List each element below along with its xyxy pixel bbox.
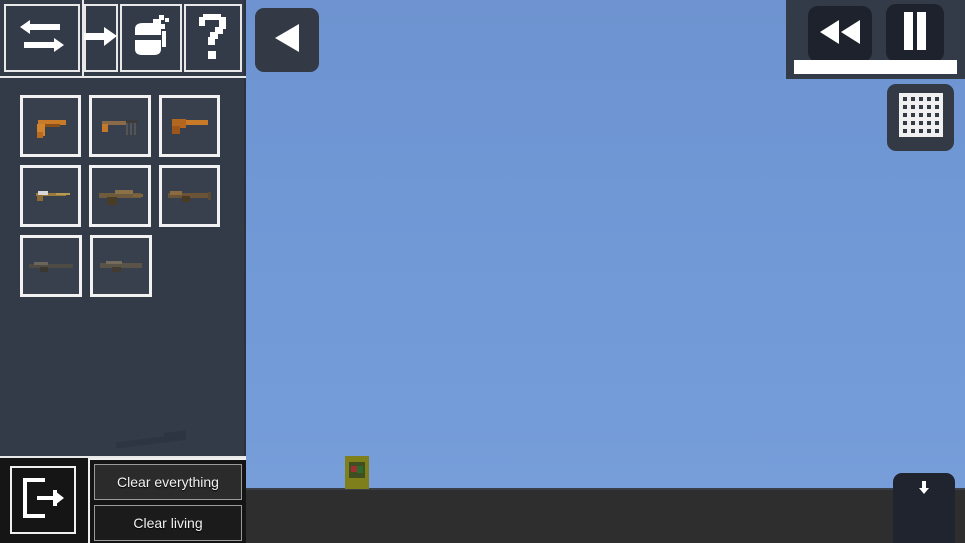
clear-living-button[interactable]: Clear living <box>94 505 242 541</box>
back-button[interactable] <box>255 8 319 72</box>
weapon-row-3 <box>20 235 220 297</box>
toolbar-button-spray[interactable] <box>120 4 182 72</box>
exit-door-icon <box>21 477 65 524</box>
grid-icon <box>898 93 943 142</box>
sidebar-toolbar <box>0 0 246 78</box>
weapon-slot-carbine-rifle[interactable] <box>158 165 220 227</box>
toolbar-button-help[interactable] <box>184 4 242 72</box>
dropped-weapon-sprite[interactable] <box>112 428 198 450</box>
pause-button[interactable] <box>886 4 944 62</box>
weapon-slot-sniper-rifle[interactable] <box>20 235 82 297</box>
weapon-slot-pistol[interactable] <box>20 95 82 157</box>
pause-icon <box>901 11 929 56</box>
toolbar-underline <box>0 76 246 78</box>
download-arrow-icon <box>918 481 930 500</box>
playback-panel <box>786 0 965 79</box>
clear-living-label: Clear living <box>133 515 203 531</box>
weapon-slot-assault-rifle[interactable] <box>89 165 151 227</box>
rewind-icon <box>818 19 862 50</box>
sidebar-bottom-bar: Clear everything Clear living <box>0 456 246 543</box>
weapon-row-1 <box>20 95 220 157</box>
download-button[interactable] <box>893 473 955 543</box>
clear-actions-group: Clear everything Clear living <box>88 458 246 543</box>
weapon-slot-machine-pistol[interactable] <box>89 95 151 157</box>
triangle-left-icon <box>273 22 301 59</box>
toolbar-button-next[interactable] <box>84 4 118 72</box>
grid-toggle-button[interactable] <box>887 84 954 151</box>
weapon-slot-sawed-off-shotgun[interactable] <box>158 95 220 157</box>
player-character-sprite[interactable] <box>341 456 373 489</box>
left-sidebar: Clear everything Clear living <box>0 0 246 543</box>
swap-arrows-icon <box>18 16 66 61</box>
clear-everything-button[interactable]: Clear everything <box>94 464 242 500</box>
weapon-slot-smg[interactable] <box>20 165 82 227</box>
spray-can-icon <box>129 13 173 64</box>
timeline-seek-bar[interactable] <box>794 60 957 74</box>
question-mark-icon <box>196 12 230 65</box>
weapon-grid <box>20 95 220 305</box>
weapon-row-2 <box>20 165 220 227</box>
clear-everything-label: Clear everything <box>117 474 219 490</box>
rewind-button[interactable] <box>808 6 872 62</box>
player-chest-marker-green <box>357 466 363 473</box>
toolbar-button-swap[interactable] <box>4 4 80 72</box>
arrow-right-icon <box>84 25 118 52</box>
weapon-slot-battle-rifle[interactable] <box>90 235 152 297</box>
exit-button[interactable] <box>10 466 76 534</box>
